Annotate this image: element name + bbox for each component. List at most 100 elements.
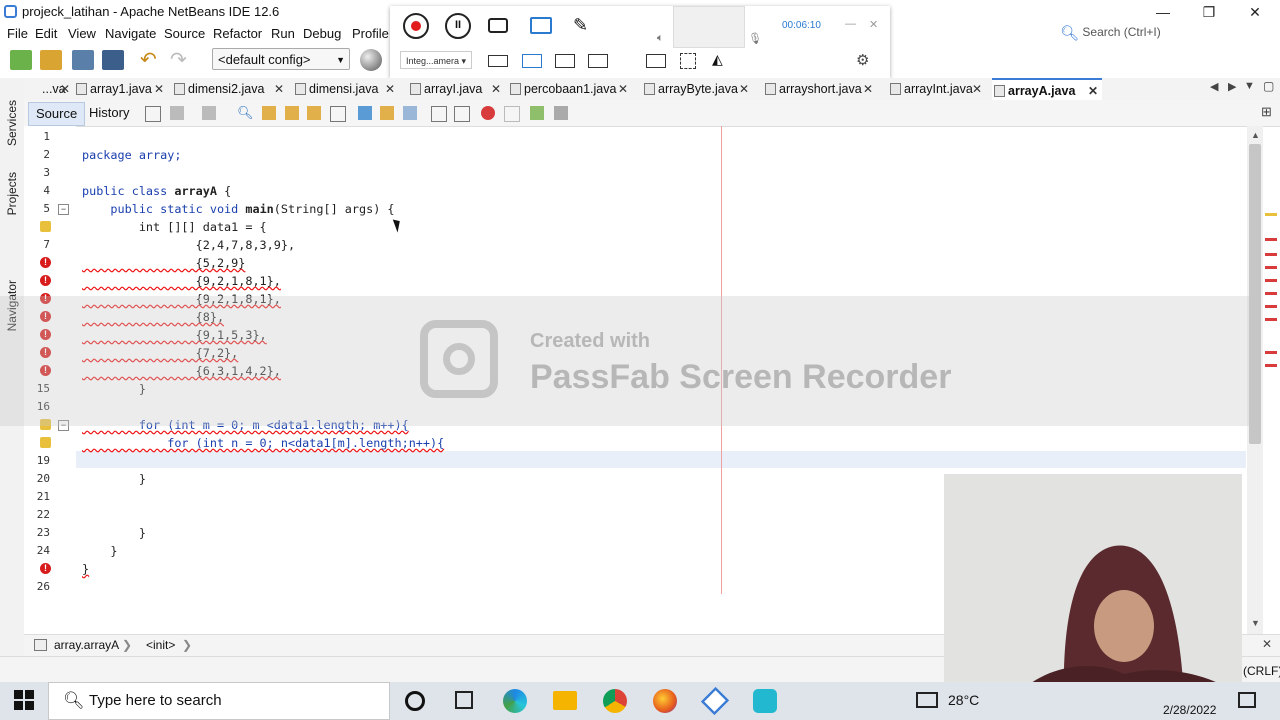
- comment-icon[interactable]: [530, 106, 544, 120]
- taskbar-date[interactable]: 2/28/2022: [1163, 703, 1216, 717]
- camera-source-select[interactable]: Integ...amera ▾: [400, 51, 472, 69]
- camera-mode-icon[interactable]: [588, 54, 608, 68]
- code-line[interactable]: int [][] data1 = {: [82, 220, 267, 234]
- error-icon[interactable]: !: [40, 275, 51, 286]
- last-edit-icon[interactable]: [145, 106, 161, 122]
- code-line[interactable]: public static void main(String[] args) {: [82, 202, 394, 216]
- close-icon[interactable]: ✕: [385, 78, 395, 100]
- firefox-icon[interactable]: [653, 689, 677, 713]
- tab-arrayI[interactable]: arrayI.java ✕: [408, 78, 505, 100]
- code-line[interactable]: public class arrayA {: [82, 184, 231, 198]
- scroll-tabs-right-icon[interactable]: ▶: [1228, 80, 1236, 93]
- breadcrumb-member[interactable]: <init>: [146, 638, 175, 652]
- code-line[interactable]: {9,2,1,8,1},: [82, 274, 281, 288]
- projects-panel-tab[interactable]: Projects: [5, 172, 19, 215]
- tab-arrayshort[interactable]: arrayshort.java ✕: [763, 78, 877, 100]
- temperature-text[interactable]: 28°C: [948, 692, 979, 708]
- passfab-taskbar-icon[interactable]: [753, 689, 777, 713]
- error-icon[interactable]: !: [40, 563, 51, 574]
- menu-edit[interactable]: Edit: [35, 26, 57, 41]
- history-view-button[interactable]: History: [82, 102, 136, 124]
- error-icon[interactable]: !: [40, 257, 51, 268]
- tab-dimensi[interactable]: dimensi.java ✕: [293, 78, 399, 100]
- find-previous-icon[interactable]: [262, 106, 276, 120]
- open-project-icon[interactable]: [72, 50, 94, 70]
- scroll-down-icon[interactable]: ▼: [1251, 618, 1260, 628]
- stop-macro-icon[interactable]: [504, 106, 520, 122]
- start-macro-icon[interactable]: [481, 106, 495, 120]
- config-globe-icon[interactable]: [360, 49, 382, 71]
- close-icon[interactable]: ✕: [60, 78, 70, 100]
- mirror-icon[interactable]: ◭: [712, 51, 723, 68]
- settings-gear-icon[interactable]: ⚙: [856, 51, 869, 69]
- code-line[interactable]: {5,2,9}: [82, 256, 246, 270]
- find-next-icon[interactable]: [285, 106, 299, 120]
- tab-arrayByte[interactable]: arrayByte.java ✕: [642, 78, 753, 100]
- new-project-icon[interactable]: [40, 50, 62, 70]
- error-marker[interactable]: [1265, 318, 1277, 321]
- close-icon[interactable]: ✕: [739, 78, 749, 100]
- menu-source[interactable]: Source: [164, 26, 205, 41]
- previous-bookmark-icon[interactable]: [358, 106, 372, 120]
- find-selection-icon[interactable]: [307, 106, 321, 120]
- toggle-bookmark-icon[interactable]: [403, 106, 417, 120]
- stop-record-button[interactable]: [403, 13, 429, 39]
- redo-icon[interactable]: ↷: [170, 50, 192, 70]
- warning-marker[interactable]: [1265, 213, 1277, 216]
- code-line[interactable]: }: [82, 544, 117, 558]
- split-editor-icon[interactable]: ⊞: [1261, 104, 1272, 120]
- menu-view[interactable]: View: [68, 26, 96, 41]
- close-breadcrumb-icon[interactable]: ✕: [1262, 637, 1272, 651]
- menu-refactor[interactable]: Refactor: [213, 26, 262, 41]
- maximize-editor-icon[interactable]: ▢: [1263, 79, 1274, 93]
- code-line[interactable]: {2,4,7,8,3,9},: [82, 238, 295, 252]
- warning-bulb-icon[interactable]: [40, 221, 51, 232]
- close-icon[interactable]: ✕: [274, 78, 284, 100]
- minimize-button[interactable]: —: [1140, 0, 1186, 24]
- code-line[interactable]: for (int n = 0; n<data1[m].length;n++){: [82, 436, 444, 450]
- microphone-icon[interactable]: 🎙︎: [748, 32, 762, 45]
- region-mode-icon[interactable]: [522, 54, 542, 68]
- error-marker[interactable]: [1265, 253, 1277, 256]
- menu-run[interactable]: Run: [271, 26, 295, 41]
- code-line[interactable]: }: [82, 562, 89, 576]
- fullscreen-mode-icon[interactable]: [488, 55, 508, 67]
- notifications-icon[interactable]: [1238, 692, 1256, 708]
- edge-icon[interactable]: [503, 689, 527, 713]
- error-marker[interactable]: [1265, 364, 1277, 367]
- scrollbar-thumb[interactable]: [1249, 144, 1261, 444]
- error-marker[interactable]: [1265, 351, 1277, 354]
- file-explorer-icon[interactable]: [553, 691, 577, 710]
- error-marker[interactable]: [1265, 292, 1277, 295]
- taskbar-search[interactable]: 🔍︎ Type here to search: [48, 682, 390, 720]
- close-icon[interactable]: ✕: [972, 78, 982, 100]
- close-icon[interactable]: ✕: [491, 78, 501, 100]
- menu-debug[interactable]: Debug: [303, 26, 341, 41]
- pause-button[interactable]: II: [445, 13, 471, 39]
- game-mode-icon[interactable]: [646, 54, 666, 68]
- chrome-icon[interactable]: [603, 689, 627, 713]
- pen-icon[interactable]: ✎: [573, 15, 588, 36]
- code-line[interactable]: }: [82, 472, 146, 486]
- toggle-highlight-icon[interactable]: [330, 106, 346, 122]
- tab-truncated[interactable]: ...va ✕: [26, 78, 74, 100]
- search-box[interactable]: 🔍︎ Search (Ctrl+I): [1060, 24, 1161, 44]
- shift-right-icon[interactable]: [454, 106, 470, 122]
- tab-percobaan1[interactable]: percobaan1.java ✕: [508, 78, 632, 100]
- find-icon[interactable]: 🔍︎: [237, 106, 254, 120]
- close-icon[interactable]: ✕: [1088, 80, 1098, 102]
- error-marker[interactable]: [1265, 238, 1277, 241]
- scroll-tabs-left-icon[interactable]: ◀: [1210, 80, 1218, 93]
- error-bulb-icon[interactable]: [40, 437, 51, 448]
- error-marker[interactable]: [1265, 279, 1277, 282]
- close-icon[interactable]: ✕: [154, 78, 164, 100]
- crop-icon[interactable]: [680, 53, 696, 69]
- tab-array1[interactable]: array1.java ✕: [74, 78, 168, 100]
- close-icon[interactable]: ✕: [863, 78, 873, 100]
- code-line[interactable]: }: [82, 526, 146, 540]
- camera-snapshot-icon[interactable]: [488, 18, 508, 33]
- menu-file[interactable]: File: [7, 26, 28, 41]
- line-ending-status[interactable]: (CRLF): [1243, 664, 1280, 678]
- windows-start-icon[interactable]: [14, 690, 34, 710]
- close-button[interactable]: ✕: [1232, 0, 1278, 24]
